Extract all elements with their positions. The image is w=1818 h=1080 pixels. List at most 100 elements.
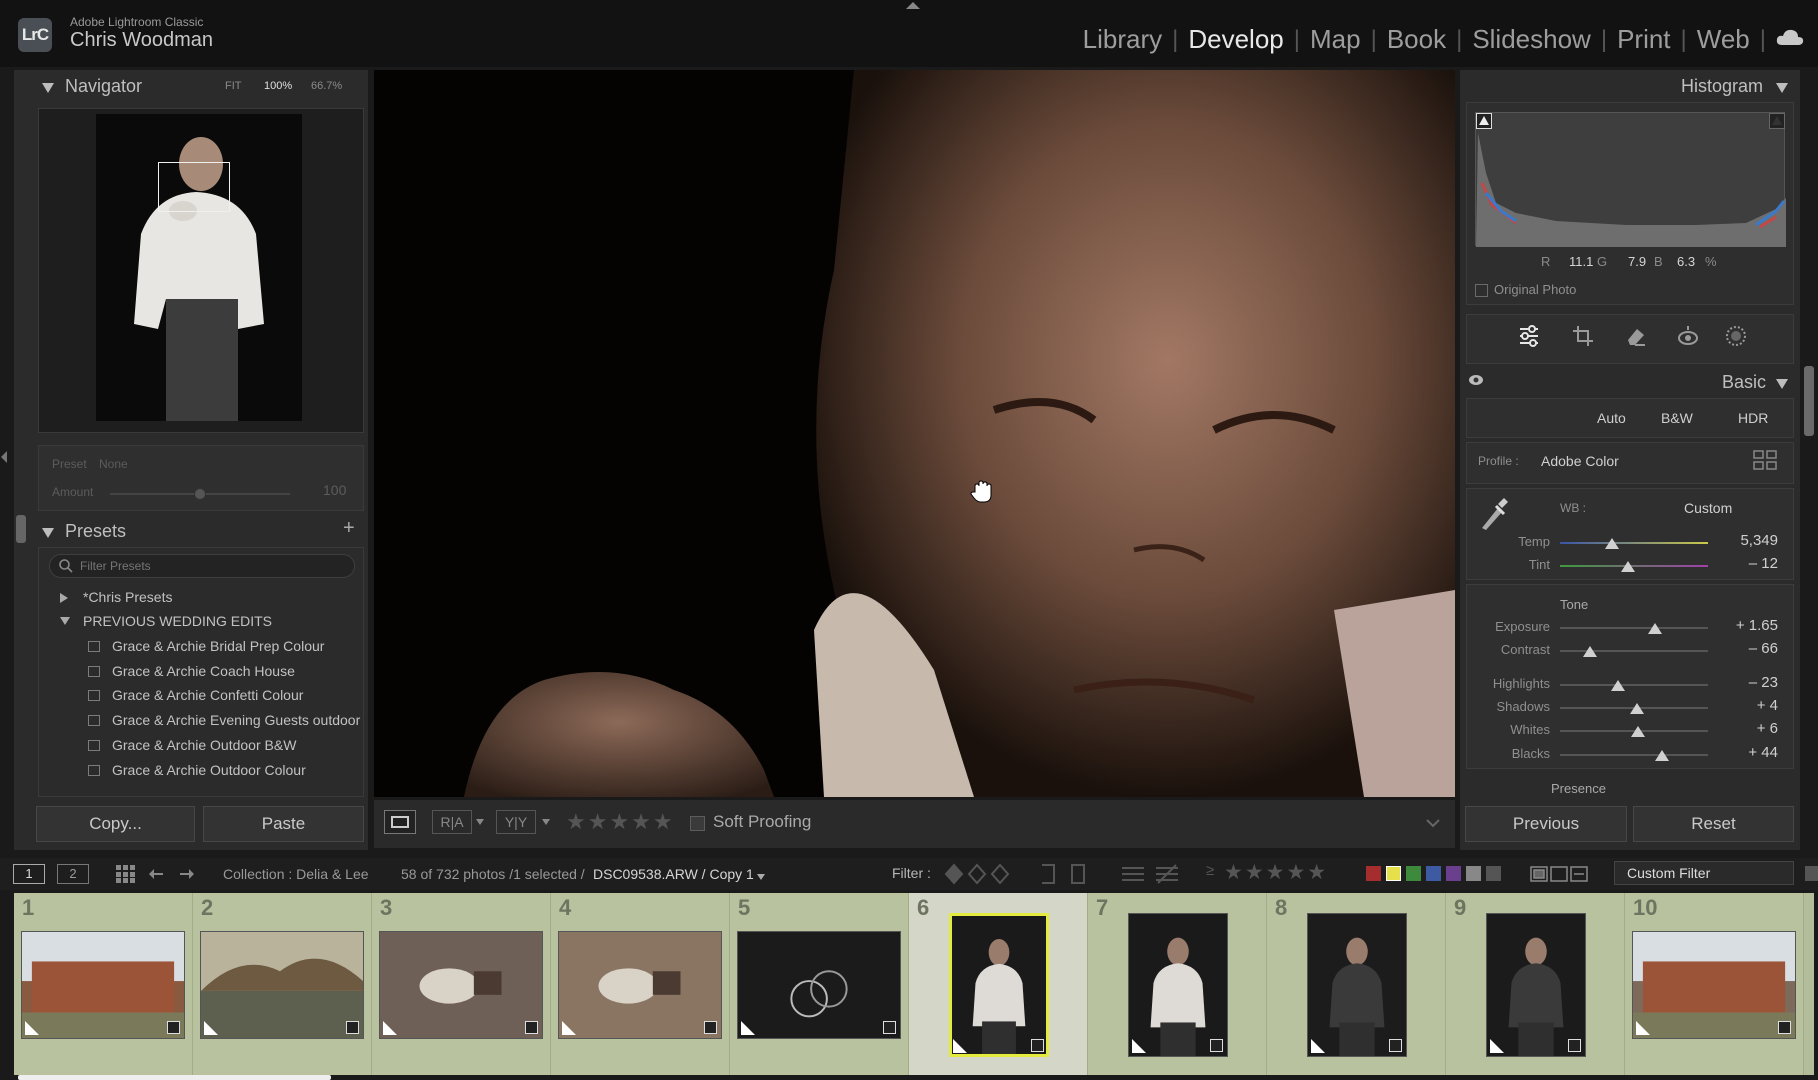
edited-badge-icon[interactable] xyxy=(883,1021,896,1034)
slider-value-exposure[interactable]: + 1.65 xyxy=(1700,617,1778,634)
file-dropdown-icon[interactable] xyxy=(757,874,765,880)
module-develop[interactable]: Develop xyxy=(1178,24,1293,55)
preset-item[interactable]: Grace & Archie Evening Guests outdoor xyxy=(112,712,360,728)
filmstrip-thumbnail[interactable] xyxy=(200,931,364,1039)
filmstrip-cell[interactable]: 7 xyxy=(1088,893,1267,1075)
filmstrip-cell[interactable]: 9 xyxy=(1446,893,1625,1075)
slider-knob-whites[interactable] xyxy=(1631,726,1646,737)
filmstrip-cell[interactable]: 3 xyxy=(372,893,551,1075)
red-eye-icon[interactable] xyxy=(1677,325,1699,347)
edited-badge-icon[interactable] xyxy=(346,1021,359,1034)
module-library[interactable]: Library xyxy=(1073,24,1172,55)
module-print[interactable]: Print xyxy=(1607,24,1680,55)
before-after-dropdown-icon[interactable] xyxy=(476,819,484,825)
filmstrip-cell[interactable]: 1 xyxy=(14,893,193,1075)
preset-item[interactable]: Grace & Archie Coach House xyxy=(112,663,295,679)
slider-knob-contrast[interactable] xyxy=(1582,646,1597,657)
filter-kind-icons[interactable] xyxy=(1530,864,1590,884)
filmstrip-thumbnail[interactable] xyxy=(1486,913,1586,1057)
swap-view-button[interactable]: Y|Y xyxy=(496,810,536,834)
filmstrip-thumbnail[interactable] xyxy=(737,931,901,1039)
yellow-label-swatch[interactable] xyxy=(1386,866,1401,881)
filmstrip-cell[interactable]: 4 xyxy=(551,893,730,1075)
slider-value-shadows[interactable]: + 4 xyxy=(1700,697,1778,714)
add-preset-icon[interactable]: + xyxy=(343,517,355,540)
reset-button[interactable]: Reset xyxy=(1633,806,1794,842)
healing-eraser-icon[interactable] xyxy=(1625,325,1647,347)
page2-button[interactable]: 2 xyxy=(57,864,89,884)
preset-item[interactable]: Grace & Archie Outdoor B&W xyxy=(112,737,296,753)
red-label-swatch[interactable] xyxy=(1366,866,1381,881)
eye-visibility-icon[interactable] xyxy=(1468,374,1484,386)
loupe-view-button[interactable] xyxy=(384,810,416,834)
edited-badge-icon[interactable] xyxy=(167,1021,180,1034)
group-collapsed-icon[interactable] xyxy=(60,593,68,603)
shadow-clipping-icon[interactable] xyxy=(1476,113,1492,129)
edited-badge-icon[interactable] xyxy=(1389,1039,1402,1052)
slider-value-whites[interactable]: + 6 xyxy=(1700,720,1778,737)
collection-label[interactable]: Collection : Delia & Lee xyxy=(223,866,369,882)
back-arrow-icon[interactable] xyxy=(149,866,165,882)
current-file[interactable]: DSC09538.ARW / Copy 1 xyxy=(593,866,754,882)
filmstrip-thumbnail[interactable] xyxy=(1128,913,1228,1057)
preset-item[interactable]: Grace & Archie Outdoor Colour xyxy=(112,762,306,778)
module-map[interactable]: Map xyxy=(1300,24,1371,55)
module-book[interactable]: Book xyxy=(1377,24,1456,55)
slider-value-blacks[interactable]: + 44 xyxy=(1700,744,1778,761)
profile-browser-icon[interactable] xyxy=(1753,450,1777,470)
filmstrip-cell[interactable]: 6 xyxy=(909,893,1088,1075)
wb-eyedropper-icon[interactable] xyxy=(1478,494,1510,532)
slider-value-tint[interactable]: – 12 xyxy=(1700,555,1778,572)
crop-icon[interactable] xyxy=(1572,325,1594,347)
slider-track-temp[interactable] xyxy=(1560,542,1708,544)
presets-search-input[interactable] xyxy=(80,558,340,574)
left-panel-collapse-icon[interactable] xyxy=(0,450,8,464)
histogram-collapse-icon[interactable] xyxy=(1776,80,1788,98)
rating-filter-op[interactable]: ≥ xyxy=(1206,862,1214,879)
grid-view-icon[interactable] xyxy=(116,865,136,883)
before-after-button[interactable]: R|A xyxy=(432,810,472,834)
soft-proofing-checkbox[interactable] xyxy=(690,816,705,831)
filmstrip-thumbnail[interactable] xyxy=(379,931,543,1039)
filmstrip-thumbnail[interactable] xyxy=(949,913,1049,1057)
filter-lock-icon[interactable] xyxy=(1805,866,1818,881)
slider-track-exposure[interactable] xyxy=(1560,627,1708,629)
edited-badge-icon[interactable] xyxy=(525,1021,538,1034)
preset-group[interactable]: PREVIOUS WEDDING EDITS xyxy=(83,613,272,629)
filmstrip-cell[interactable]: 8 xyxy=(1267,893,1446,1075)
filmstrip-thumbnail[interactable] xyxy=(1632,931,1796,1039)
flag-filter-icons[interactable] xyxy=(944,863,1014,885)
zoom-667[interactable]: 66.7% xyxy=(311,80,342,92)
slider-value-temp[interactable]: 5,349 xyxy=(1700,532,1778,549)
module-slideshow[interactable]: Slideshow xyxy=(1462,24,1601,55)
navigator-collapse-icon[interactable] xyxy=(42,80,54,98)
masking-icon[interactable] xyxy=(1725,325,1747,347)
profile-dropdown[interactable]: Adobe Color xyxy=(1541,453,1619,469)
filmstrip-cell[interactable]: 2 xyxy=(193,893,372,1075)
preset-group[interactable]: *Chris Presets xyxy=(83,589,172,605)
filmstrip-thumbnail[interactable] xyxy=(21,931,185,1039)
slider-value-highlights[interactable]: – 23 xyxy=(1700,674,1778,691)
auto-button[interactable]: Auto xyxy=(1597,410,1626,426)
toolbar-content-dropdown-icon[interactable] xyxy=(1426,818,1440,828)
rating-filter-stars[interactable]: ★★★★★ xyxy=(1224,860,1328,885)
right-scrollbar[interactable] xyxy=(1804,366,1814,436)
module-web[interactable]: Web xyxy=(1687,24,1760,55)
filmstrip-scrollbar[interactable] xyxy=(18,1075,331,1080)
amount-slider-knob[interactable] xyxy=(194,488,206,500)
preset-item[interactable]: Grace & Archie Confetti Colour xyxy=(112,687,303,703)
filmstrip-thumbnail[interactable] xyxy=(1307,913,1407,1057)
page1-button[interactable]: 1 xyxy=(13,864,45,884)
forward-arrow-icon[interactable] xyxy=(178,866,194,882)
slider-knob-exposure[interactable] xyxy=(1647,623,1662,634)
edited-badge-icon[interactable] xyxy=(1778,1021,1791,1034)
paste-button[interactable]: Paste xyxy=(203,806,364,842)
edited-badge-icon[interactable] xyxy=(1568,1039,1581,1052)
preset-item[interactable]: Grace & Archie Bridal Prep Colour xyxy=(112,638,324,654)
custom-label-swatch[interactable] xyxy=(1466,866,1481,881)
copy-button[interactable]: Copy... xyxy=(36,806,195,842)
navigator-zoom-rect[interactable] xyxy=(158,162,230,212)
slider-knob-highlights[interactable] xyxy=(1610,680,1625,691)
cloud-icon[interactable] xyxy=(1776,28,1804,46)
green-label-swatch[interactable] xyxy=(1406,866,1421,881)
